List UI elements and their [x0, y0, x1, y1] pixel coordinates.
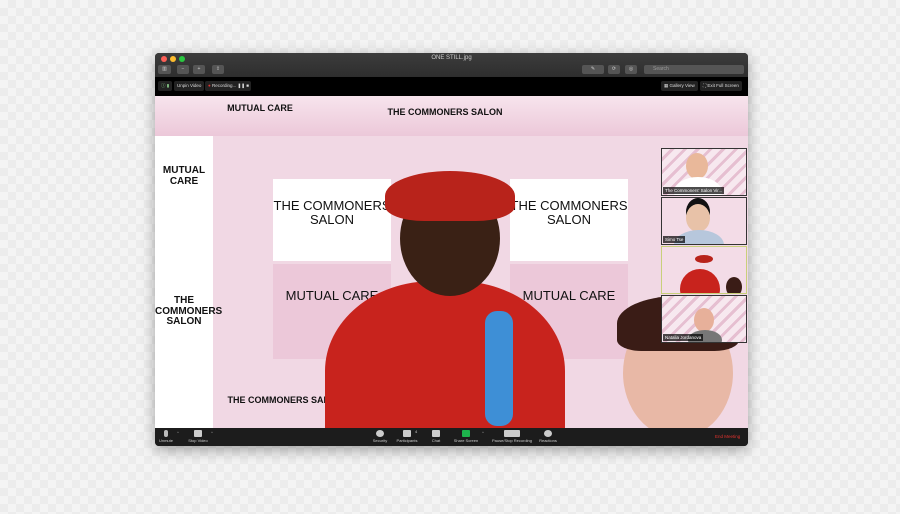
record-label: Pause/Stop Recording: [491, 438, 533, 443]
participant-tile[interactable]: Simo Tse: [661, 197, 747, 245]
share-screen-button[interactable]: Share Screen: [451, 430, 481, 443]
zoom-in-button[interactable]: +: [193, 65, 205, 74]
person-body: [325, 281, 565, 428]
pause-stop-recording-button[interactable]: Pause/Stop Recording: [489, 430, 535, 443]
chat-bubble-icon: [432, 430, 440, 437]
search-input[interactable]: Search: [644, 65, 744, 74]
reactions-button[interactable]: Reactions: [537, 430, 559, 443]
participants-label: Participants: [396, 438, 418, 443]
security-button[interactable]: Security: [370, 430, 390, 443]
participant-thumbnails: The Commoners' Salon Vir... Simo Tse Nat…: [661, 148, 747, 344]
scene-panel-salon: THE COMMONERS SALON: [510, 179, 628, 261]
meeting-bar: ⓘ ▮ Unpin Video ● Recording... ❚❚ ■ ▦ Ga…: [155, 77, 748, 96]
participant-name: Natalia Jordanova: [663, 334, 704, 341]
stop-video-button[interactable]: Stop Video: [186, 430, 210, 443]
title-bar: ONE STILL.jpg ▥ − + ⇪ ✎ ⟳ ◎ Search: [155, 53, 748, 77]
end-meeting-button[interactable]: End Meeting: [715, 434, 740, 439]
security-label: Security: [372, 438, 388, 443]
rotate-button[interactable]: ⟳: [608, 65, 620, 74]
zoom-out-button[interactable]: −: [177, 65, 189, 74]
markup-button[interactable]: ✎: [582, 65, 604, 74]
participant-tile[interactable]: The Commoners' Salon Vir...: [661, 148, 747, 196]
recording-label: Recording...: [211, 83, 237, 88]
window-title: ONE STILL.jpg: [431, 55, 472, 61]
shield-icon: [376, 430, 384, 437]
meeting-controls: Unmute ^ Stop Video ^ Security Participa…: [155, 428, 748, 446]
gallery-view-button[interactable]: ▦ Gallery View: [661, 81, 698, 91]
zoom-window: ONE STILL.jpg ▥ − + ⇪ ✎ ⟳ ◎ Search ⓘ ▮ U…: [155, 53, 748, 446]
participant-tile[interactable]: Natalia Jordanova: [661, 295, 747, 343]
mic-muted-icon: [164, 430, 168, 437]
reactions-label: Reactions: [539, 438, 557, 443]
annotate-button[interactable]: ◎: [625, 65, 637, 74]
exit-label: Exit Full Screen: [707, 83, 739, 88]
chat-button[interactable]: Chat: [427, 430, 445, 443]
share-label: Share Screen: [453, 438, 479, 443]
people-icon: [403, 430, 411, 437]
unmute-button[interactable]: Unmute: [157, 430, 175, 443]
video-options-chevron[interactable]: ^: [211, 430, 213, 435]
share-options-chevron[interactable]: ^: [482, 430, 484, 435]
share-screen-icon: [462, 430, 470, 437]
scene-text: MUTUAL CARE: [155, 136, 213, 256]
unpin-video-button[interactable]: Unpin Video: [174, 81, 205, 91]
pause-stop-icon: [504, 430, 520, 437]
active-speaker-video: MUTUAL CARE THE COMMONERS SALON MUTUAL C…: [155, 96, 748, 428]
stop-video-label: Stop Video: [188, 438, 208, 443]
recording-indicator[interactable]: ● Recording... ❚❚ ■: [205, 81, 251, 91]
gallery-label: Gallery View: [669, 83, 695, 88]
scene-text: THE COMMONERS SALON: [387, 107, 503, 117]
scene-panel-salon: THE COMMONERS SALON: [273, 179, 391, 261]
participant-name: The Commoners' Salon Vir...: [663, 187, 725, 194]
beret: [385, 171, 515, 221]
participant-tile-active[interactable]: [661, 246, 747, 294]
participants-count: 4: [415, 429, 418, 434]
participant-name: Simo Tse: [663, 236, 686, 243]
emoji-icon: [544, 430, 552, 437]
scene-text: MUTUAL CARE: [227, 103, 293, 113]
sidebar-toggle-button[interactable]: ▥: [158, 65, 171, 74]
info-lock-icon[interactable]: ⓘ ▮: [158, 81, 173, 91]
unmute-label: Unmute: [158, 438, 173, 443]
chat-label: Chat: [431, 438, 441, 443]
spray-bottle: [485, 311, 513, 426]
audio-options-chevron[interactable]: ^: [177, 430, 179, 435]
camera-icon: [194, 430, 202, 437]
exit-full-screen-button[interactable]: ⛶ Exit Full Screen: [700, 81, 742, 91]
share-icon[interactable]: ⇪: [212, 65, 224, 74]
